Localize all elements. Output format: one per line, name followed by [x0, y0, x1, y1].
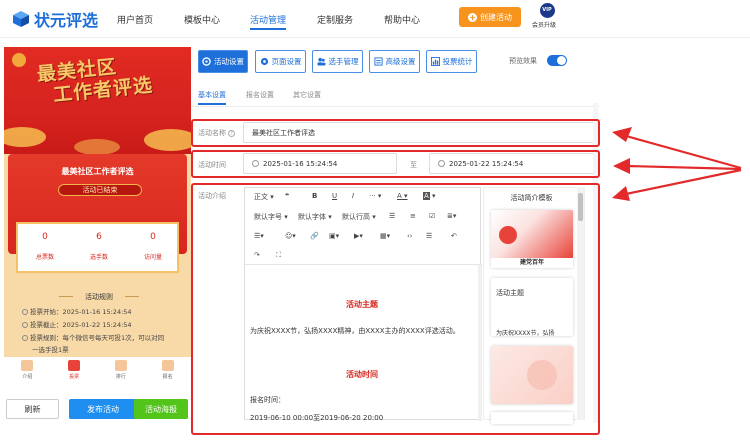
lantern-icon	[12, 53, 26, 67]
subtab-divider	[191, 106, 601, 107]
rule-item: 一选手投1票	[32, 344, 69, 354]
subtab-other[interactable]: 其它设置	[293, 90, 321, 100]
stat-total-votes: 0 总票数	[18, 232, 72, 261]
rule-text: 投票截止：2025-01-22 15:24:54	[30, 321, 132, 329]
vote-icon	[68, 360, 81, 371]
arrow-icon	[613, 158, 742, 174]
gear-icon	[260, 57, 268, 66]
subtab-basic[interactable]: 基本设置	[198, 90, 226, 105]
rule-text: 一选手投1票	[32, 346, 69, 354]
tab-advanced-settings[interactable]: 高级设置	[369, 50, 420, 73]
preview-banner: 最美社区 工作者评选	[4, 47, 191, 155]
cube-icon	[13, 11, 29, 27]
stat-contestants: 6 选手数	[72, 232, 126, 261]
cloud-decoration	[74, 139, 120, 155]
preview-toggle-label: 预览效果	[509, 57, 537, 65]
stat-value: 0	[150, 232, 156, 242]
preview-nav-intro[interactable]: 介绍	[4, 357, 51, 385]
clock-icon	[22, 322, 28, 328]
nav-label: 报名	[162, 374, 173, 380]
tab-activity-settings[interactable]: 活动设置	[198, 50, 248, 73]
arrow-icon	[612, 168, 742, 201]
status-badge: 活动已结束	[58, 184, 142, 196]
highlight-box-intro	[191, 183, 600, 435]
top-bar: 状元评选 用户首页 模板中心 活动管理 定制服务 帮助中心 + 创建活动 VIP…	[0, 0, 750, 38]
bar-chart-icon	[430, 57, 440, 66]
rule-text: 投票规则：每个微信号每天可投1次，可以对同	[30, 334, 165, 342]
info-icon	[22, 335, 28, 341]
preview-nav-vote[interactable]: 投票	[51, 357, 98, 385]
tab-label: 活动设置	[214, 57, 244, 66]
banner-title: 最美社区 工作者评选	[36, 52, 154, 108]
preview-toggle[interactable]	[547, 55, 567, 66]
arrow-icon	[612, 127, 742, 170]
nav-label: 排行	[115, 374, 126, 380]
nav-label: 投票	[69, 374, 80, 380]
rule-text: 投票开始：2025-01-16 15:24:54	[30, 308, 132, 316]
preview-bottom-nav: 介绍 投票 排行 报名	[4, 357, 191, 385]
cloud-decoration	[144, 129, 191, 151]
clock-icon	[22, 309, 28, 315]
nav-custom-service[interactable]: 定制服务	[317, 13, 353, 26]
signup-icon	[161, 360, 174, 371]
nav-activity-management[interactable]: 活动管理	[250, 13, 287, 30]
create-activity-button[interactable]: + 创建活动	[459, 7, 521, 27]
poster-button[interactable]: 活动海报	[134, 399, 188, 419]
tab-label: 选手管理	[328, 57, 359, 66]
stat-label: 总票数	[35, 254, 54, 261]
publish-button[interactable]: 发布活动	[69, 399, 137, 419]
nav-help-center[interactable]: 帮助中心	[384, 13, 420, 26]
rule-item: 投票规则：每个微信号每天可投1次，可以对同	[22, 332, 164, 342]
tab-contestant-management[interactable]: 选手管理	[312, 50, 363, 73]
rules-title: 活动规则	[59, 292, 139, 302]
rule-item: 投票开始：2025-01-16 15:24:54	[22, 306, 132, 316]
tab-page-settings[interactable]: 页面设置	[255, 50, 306, 73]
sliders-icon	[373, 57, 383, 66]
tab-label: 高级设置	[385, 57, 416, 66]
mobile-preview: 最美社区 工作者评选 最美社区工作者评选 活动已结束 0 总票数 6 选手数 0…	[4, 47, 191, 385]
stat-visits: 0 访问量	[126, 232, 180, 261]
brand-name: 状元评选	[34, 11, 99, 30]
nav-templates[interactable]: 模板中心	[184, 13, 220, 26]
preview-nav-rank[interactable]: 排行	[98, 357, 145, 385]
preview-nav-signup[interactable]: 报名	[144, 357, 191, 385]
activity-title: 最美社区工作者评选	[61, 167, 134, 176]
vip-label: 会员升级	[531, 22, 556, 29]
create-activity-label: 创建活动	[480, 12, 512, 22]
home-icon	[21, 360, 34, 371]
tab-label: 投票统计	[442, 57, 473, 66]
vip-icon: VIP	[539, 3, 555, 18]
stat-label: 选手数	[89, 254, 108, 261]
stat-value: 0	[42, 232, 48, 242]
tab-label: 页面设置	[271, 57, 302, 66]
users-icon	[316, 57, 326, 66]
nav-label: 介绍	[22, 374, 33, 380]
stat-value: 6	[96, 232, 102, 242]
cloud-decoration	[4, 127, 46, 147]
tab-vote-stats[interactable]: 投票统计	[426, 50, 477, 73]
stats-box: 0 总票数 6 选手数 0 访问量	[16, 222, 179, 273]
arrow-annotations	[612, 127, 742, 201]
subtab-signup[interactable]: 报名设置	[246, 90, 274, 100]
nav-home[interactable]: 用户首页	[117, 13, 153, 26]
plus-icon: +	[468, 12, 477, 22]
gear-icon	[202, 57, 211, 66]
highlight-box-time	[191, 150, 600, 178]
rule-item: 投票截止：2025-01-22 15:24:54	[22, 319, 132, 329]
stat-label: 访问量	[143, 254, 162, 261]
refresh-button[interactable]: 刷新	[6, 399, 59, 419]
highlight-box-name	[191, 119, 600, 147]
vip-upgrade[interactable]: VIP 会员升级	[532, 3, 559, 29]
rank-icon	[114, 360, 127, 371]
logo[interactable]: 状元评选	[12, 7, 98, 31]
